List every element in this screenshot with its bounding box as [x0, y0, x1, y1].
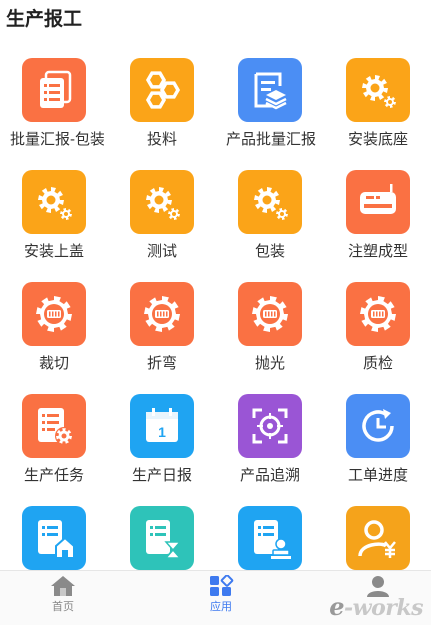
- app-label: 测试: [146, 243, 177, 260]
- cog-wheel-icon: [252, 296, 288, 332]
- app-item[interactable]: 裁切: [0, 282, 108, 394]
- app-item[interactable]: 注塑成型: [324, 170, 431, 282]
- app-item[interactable]: 生产任务: [0, 394, 108, 506]
- app-tile: [346, 506, 410, 570]
- list-hourglass-icon: [146, 520, 182, 559]
- app-label: 工单进度: [347, 467, 408, 484]
- app-item[interactable]: 安装底座: [324, 58, 431, 170]
- app-tile: [130, 282, 194, 346]
- app-tile: [22, 394, 86, 458]
- app-label: 裁切: [38, 355, 69, 372]
- calendar-icon: 1: [146, 408, 178, 442]
- app-tile: [238, 506, 302, 570]
- user-yen-icon: [358, 520, 396, 558]
- calendar-day: 1: [158, 424, 166, 440]
- tab-apps[interactable]: 应用: [191, 575, 251, 614]
- list-home-icon: [38, 520, 75, 559]
- app-label: 质检: [362, 355, 393, 372]
- app-label: 抛光: [254, 355, 285, 372]
- app-tile: [346, 58, 410, 122]
- app-item[interactable]: 质检: [324, 282, 431, 394]
- gear-icon: [38, 187, 72, 220]
- app-item[interactable]: 产品批量汇报: [216, 58, 324, 170]
- app-item[interactable]: 折弯: [108, 282, 216, 394]
- app-tile: 1: [130, 394, 194, 458]
- hexagons-icon: [145, 71, 181, 109]
- app-tile: [130, 58, 194, 122]
- tab-home[interactable]: 首页: [33, 575, 93, 614]
- app-tile: [238, 170, 302, 234]
- app-tile: [130, 170, 194, 234]
- apps-grid-icon: [210, 575, 234, 596]
- app-label: 产品追溯: [239, 467, 300, 484]
- app-label: 折弯: [146, 355, 177, 372]
- app-tile: [346, 170, 410, 234]
- gear-icon: [362, 75, 396, 108]
- cog-wheel-icon: [360, 296, 396, 332]
- app-item[interactable]: 投料: [108, 58, 216, 170]
- app-tile: [22, 58, 86, 122]
- target-trace-icon: [252, 408, 288, 444]
- app-item[interactable]: 抛光: [216, 282, 324, 394]
- page-title: 生产报工: [6, 9, 83, 30]
- app-tile: [346, 394, 410, 458]
- layered-report-icon: [254, 72, 287, 110]
- app-tile: [238, 282, 302, 346]
- app-item[interactable]: 测试: [108, 170, 216, 282]
- tab-home-label: 首页: [52, 601, 74, 613]
- app-item[interactable]: 产品追溯: [216, 394, 324, 506]
- app-item[interactable]: 工单进度: [324, 394, 431, 506]
- app-tile: [130, 506, 194, 570]
- app-label: 安装上盖: [23, 243, 84, 260]
- cog-wheel-icon: [144, 296, 180, 332]
- app-tile: [346, 282, 410, 346]
- app-item[interactable]: 1 生产日报: [108, 394, 216, 506]
- app-item[interactable]: 包装: [216, 170, 324, 282]
- app-label: 安装底座: [347, 131, 408, 148]
- home-icon: [51, 576, 75, 596]
- clock-progress-icon: [362, 409, 394, 442]
- gear-icon: [254, 187, 288, 220]
- list-stamp-icon: [254, 520, 291, 559]
- app-label: 包装: [254, 243, 285, 260]
- app-item[interactable]: 安装上盖: [0, 170, 108, 282]
- tab-apps-label: 应用: [210, 601, 232, 613]
- app-label: 产品批量汇报: [226, 131, 317, 148]
- app-tile: [22, 170, 86, 234]
- app-item[interactable]: 批量汇报-包装: [0, 58, 108, 170]
- app-label: 注塑成型: [347, 243, 408, 260]
- watermark-logo: e-works: [329, 592, 423, 621]
- app-tile: [238, 394, 302, 458]
- gear-icon: [146, 187, 180, 220]
- cog-wheel-icon: [36, 296, 72, 332]
- app-label: 生产日报: [131, 467, 192, 484]
- printer-machine-icon: [360, 184, 396, 214]
- app-tile: [22, 506, 86, 570]
- document-stack-icon: [40, 70, 72, 108]
- app-tile: [238, 58, 302, 122]
- app-label: 批量汇报-包装: [10, 131, 104, 148]
- app-label: 生产任务: [23, 467, 84, 484]
- app-label: 投料: [146, 131, 177, 148]
- task-list-gear-icon: [38, 408, 73, 445]
- app-tile: [22, 282, 86, 346]
